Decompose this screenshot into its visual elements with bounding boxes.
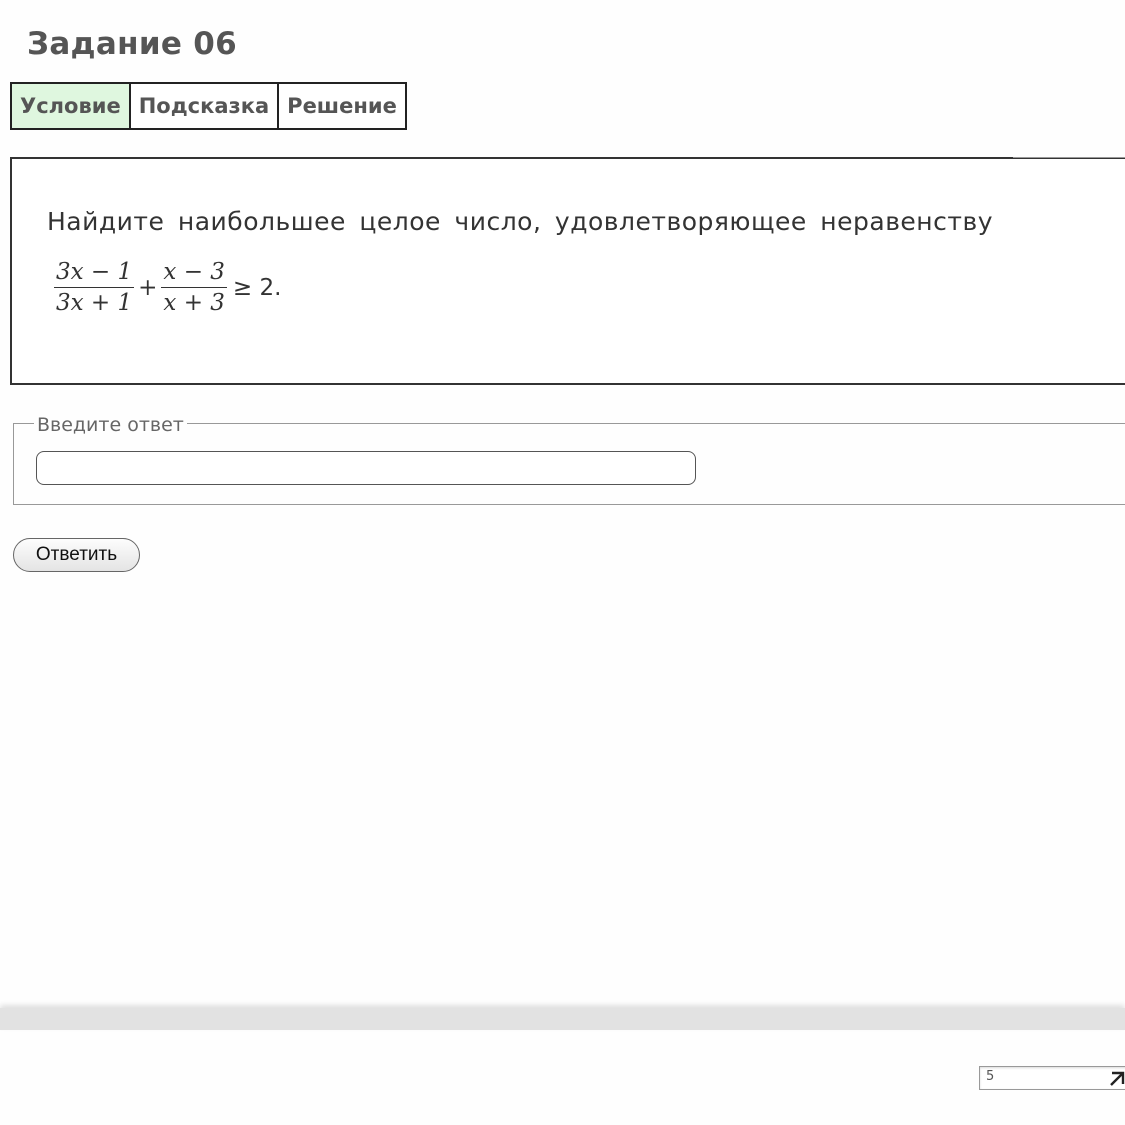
fraction-second: x − 3 x + 3: [161, 257, 227, 318]
tab-condition[interactable]: Условие: [10, 82, 131, 130]
answer-fieldset: Введите ответ: [13, 414, 1125, 505]
fraction-second-numerator: x − 3: [161, 257, 227, 288]
inequality-formula: 3x − 1 3x + 1 + x − 3 x + 3 ≥ 2.: [52, 257, 281, 318]
pager-widget[interactable]: 5: [979, 1066, 1125, 1090]
fraction-first-numerator: 3x − 1: [54, 257, 135, 288]
tab-solution-label: Решение: [287, 94, 397, 118]
fraction-first: 3x − 1 3x + 1: [54, 257, 135, 318]
tab-solution[interactable]: Решение: [279, 82, 407, 130]
tab-hint[interactable]: Подсказка: [130, 82, 280, 130]
problem-statement-box: Найдите наибольшее целое число, удовлетв…: [10, 157, 1125, 385]
tab-bar: Условие Подсказка Решение: [10, 82, 407, 130]
pager-number: 5: [986, 1069, 995, 1084]
decorative-line: [1013, 157, 1125, 158]
tab-hint-label: Подсказка: [138, 94, 270, 118]
expand-arrow-icon[interactable]: [1108, 1070, 1125, 1088]
answer-input[interactable]: [36, 451, 696, 485]
tab-condition-label: Условие: [20, 94, 121, 118]
footer-divider: [0, 1008, 1125, 1030]
plus-operator: +: [138, 274, 158, 301]
answer-legend: Введите ответ: [34, 414, 187, 436]
problem-text: Найдите наибольшее целое число, удовлетв…: [47, 207, 993, 236]
fraction-second-denominator: x + 3: [163, 290, 225, 316]
submit-answer-button[interactable]: Ответить: [13, 538, 140, 572]
task-title: Задание 06: [27, 26, 237, 62]
page: Задание 06 Условие Подсказка Решение Най…: [0, 0, 1125, 1125]
inequality-tail: ≥ 2.: [232, 274, 282, 301]
fraction-first-denominator: 3x + 1: [56, 290, 133, 316]
